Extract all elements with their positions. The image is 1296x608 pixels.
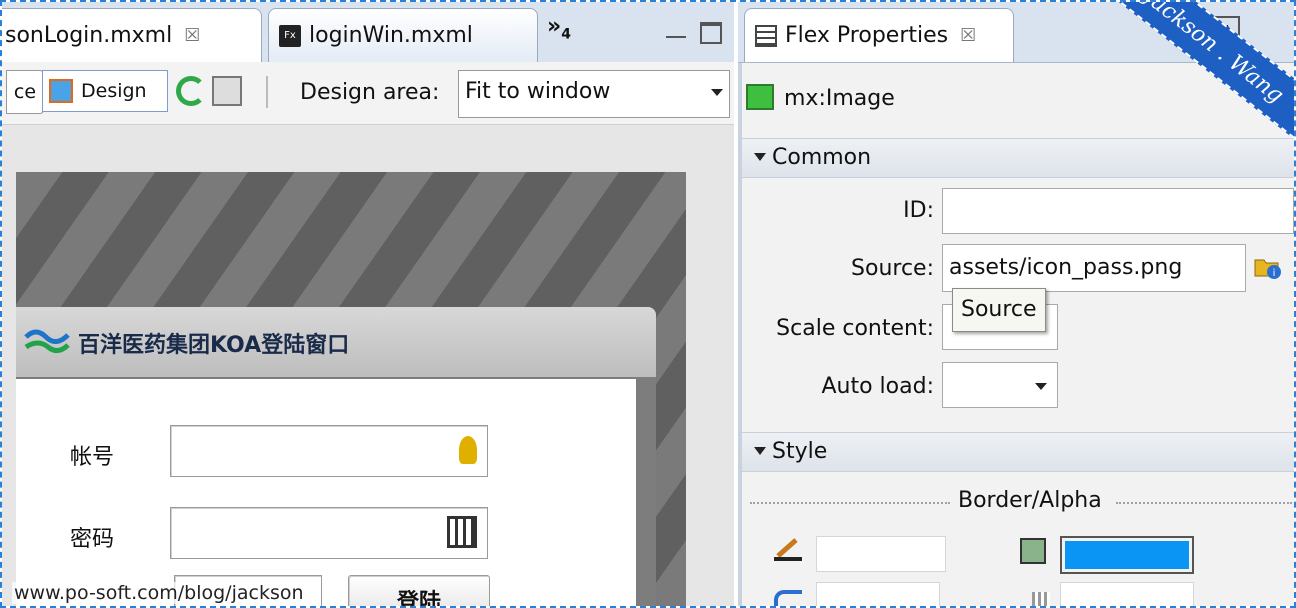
login-form: 帐号 密码 登陆 xyxy=(16,379,636,606)
tab-label: sonLogin.mxml xyxy=(5,23,173,48)
svg-text:i: i xyxy=(1273,268,1276,279)
design-button[interactable]: Design xyxy=(42,70,168,112)
fill-color-icon xyxy=(1020,538,1046,564)
id-input[interactable] xyxy=(942,188,1294,234)
tab-label: Flex Properties xyxy=(785,23,949,48)
toolbar-divider xyxy=(266,76,268,108)
user-icon xyxy=(459,436,477,464)
divider xyxy=(750,502,950,504)
chevron-down-icon xyxy=(1035,383,1047,390)
chevron-down-icon xyxy=(754,153,766,161)
account-input[interactable] xyxy=(170,425,488,477)
properties-icon xyxy=(755,24,777,47)
alpha-icon xyxy=(1032,592,1050,606)
tab-label: loginWin.mxml xyxy=(309,23,473,48)
corner-radius-icon xyxy=(774,590,802,606)
border-color-swatch[interactable] xyxy=(816,536,946,572)
design-area-label: Design area: xyxy=(300,80,440,105)
close-icon[interactable]: ☒ xyxy=(960,25,976,46)
account-label: 帐号 xyxy=(70,445,115,470)
maximize-icon[interactable] xyxy=(700,22,722,44)
fx-file-icon: Fx xyxy=(279,24,301,47)
auto-load-label: Auto load: xyxy=(821,374,934,399)
alpha-input[interactable] xyxy=(1060,582,1194,606)
key-icon xyxy=(447,516,477,548)
source-label: Source: xyxy=(851,256,934,281)
login-title: 百洋医药集团KOA登陆窗口 xyxy=(78,333,350,358)
login-button[interactable]: 登陆 xyxy=(348,575,490,606)
design-icon xyxy=(49,79,73,103)
design-area-select[interactable]: Fit to window xyxy=(458,70,730,118)
password-input[interactable] xyxy=(170,507,488,559)
editor-toolbar: ce Design Design area: Fit to window xyxy=(2,62,734,125)
close-icon[interactable]: ☒ xyxy=(184,25,200,46)
tab-loginwin[interactable]: Fx loginWin.mxml xyxy=(268,8,538,62)
section-common-header[interactable]: Common xyxy=(742,138,1294,178)
tab-flex-properties[interactable]: Flex Properties ☒ xyxy=(744,8,1014,62)
fill-color-swatch[interactable] xyxy=(1060,536,1194,574)
source-input[interactable]: assets/icon_pass.png xyxy=(942,244,1246,292)
browse-folder-icon[interactable]: i xyxy=(1254,254,1282,280)
id-label: ID: xyxy=(903,198,934,223)
login-panel-header: 百洋医药集团KOA登陆窗口 xyxy=(16,307,656,377)
divider xyxy=(1116,502,1292,504)
image-component-icon xyxy=(746,84,774,110)
password-label: 密码 xyxy=(70,527,115,552)
source-tooltip: Source xyxy=(952,288,1046,332)
tab-sonlogin[interactable]: sonLogin.mxml ☒ xyxy=(2,8,262,62)
chevron-down-icon xyxy=(711,89,723,96)
logo-icon xyxy=(24,327,70,355)
section-style-header[interactable]: Style xyxy=(742,432,1294,472)
editor-tab-bar: sonLogin.mxml ☒ Fx loginWin.mxml »4 xyxy=(2,2,734,63)
chevron-down-icon xyxy=(754,447,766,455)
corner-radius-input[interactable] xyxy=(816,582,940,606)
refresh-icon[interactable] xyxy=(176,76,206,106)
source-button[interactable]: ce xyxy=(6,70,44,114)
layout-icon[interactable] xyxy=(212,76,242,106)
scale-content-label: Scale content: xyxy=(776,316,934,341)
border-color-icon xyxy=(774,536,806,562)
ide-window: sonLogin.mxml ☒ Fx loginWin.mxml »4 ce D… xyxy=(0,0,1296,608)
border-alpha-label: Border/Alpha xyxy=(958,488,1102,513)
component-name: mx:Image xyxy=(784,86,895,111)
watermark-text: www.po-soft.com/blog/jackson xyxy=(12,582,306,604)
auto-load-select[interactable] xyxy=(942,362,1058,408)
more-tabs-button[interactable]: »4 xyxy=(547,14,587,54)
fill-color-value xyxy=(1065,541,1189,569)
minimize-icon[interactable] xyxy=(666,20,686,38)
